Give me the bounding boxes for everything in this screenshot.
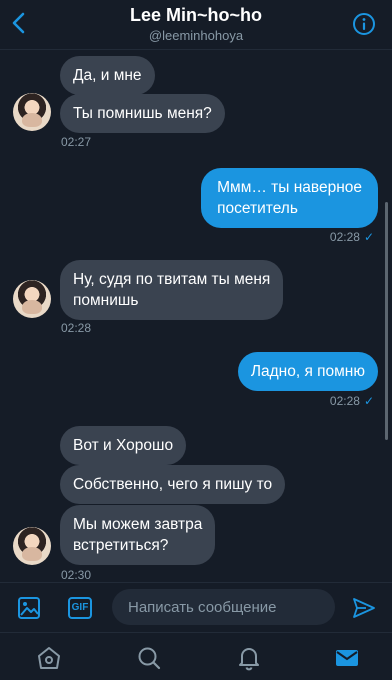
message-text: Да, и мне bbox=[73, 67, 142, 84]
bottom-tab-bar bbox=[0, 632, 392, 680]
message-text-line: помнишь bbox=[73, 292, 139, 309]
message-time: 02:27 bbox=[61, 135, 92, 149]
conversation-title[interactable]: Lee Min~ho~ho bbox=[0, 5, 392, 26]
conversation-header: Lee Min~ho~ho @leeminhohoya bbox=[0, 0, 392, 50]
message-text-line: Ну, судя по твитам ты меня bbox=[73, 271, 271, 288]
search-icon[interactable] bbox=[136, 645, 162, 671]
send-icon[interactable] bbox=[352, 596, 376, 620]
message-bubble-incoming[interactable]: Ты помнишь меня? bbox=[60, 94, 225, 133]
message-text: Ты помнишь меня? bbox=[73, 105, 212, 122]
avatar[interactable] bbox=[13, 280, 51, 318]
message-text-line: посетитель bbox=[217, 200, 298, 217]
message-text: Ладно, я помню bbox=[250, 363, 365, 380]
check-icon: ✓ bbox=[363, 230, 374, 244]
message-bubble-outgoing[interactable]: Ладно, я помню bbox=[237, 352, 378, 391]
info-icon[interactable] bbox=[352, 12, 376, 36]
message-input[interactable] bbox=[112, 589, 335, 625]
avatar[interactable] bbox=[13, 527, 51, 565]
message-text: Вот и Хорошо bbox=[73, 437, 174, 454]
mail-icon[interactable] bbox=[334, 645, 360, 671]
message-bubble-incoming[interactable]: Вот и Хорошо bbox=[60, 426, 187, 465]
message-composer: GIF bbox=[0, 582, 392, 632]
home-icon[interactable] bbox=[36, 645, 62, 671]
gif-button[interactable]: GIF bbox=[68, 597, 92, 619]
message-text-line: встретиться? bbox=[73, 537, 169, 554]
message-text-line: Мы можем завтра bbox=[73, 516, 203, 533]
avatar[interactable] bbox=[13, 93, 51, 131]
message-text: Собственно, чего я пишу то bbox=[73, 476, 273, 493]
message-bubble-incoming[interactable]: Мы можем завтра встретиться? bbox=[60, 505, 216, 565]
check-icon: ✓ bbox=[363, 394, 374, 408]
message-list[interactable]: Да, и мне Ты помнишь меня? 02:27 Ммм… ты… bbox=[0, 50, 392, 582]
message-time: 02:30 bbox=[61, 568, 92, 582]
message-text-line: Ммм… ты наверное bbox=[217, 179, 362, 196]
message-time: 02:28 ✓ bbox=[329, 394, 374, 408]
message-time: 02:28 ✓ bbox=[329, 230, 374, 244]
conversation-handle: @leeminhohoya bbox=[148, 28, 244, 43]
image-icon[interactable] bbox=[17, 596, 41, 620]
message-time: 02:28 bbox=[61, 321, 92, 335]
scrollbar[interactable] bbox=[385, 202, 388, 440]
message-bubble-incoming[interactable]: Ну, судя по твитам ты меня помнишь bbox=[60, 260, 284, 320]
bell-icon[interactable] bbox=[236, 645, 262, 671]
message-bubble-incoming[interactable]: Да, и мне bbox=[60, 56, 155, 95]
message-bubble-outgoing[interactable]: Ммм… ты наверное посетитель bbox=[201, 168, 378, 228]
message-bubble-incoming[interactable]: Собственно, чего я пишу то bbox=[60, 465, 286, 504]
